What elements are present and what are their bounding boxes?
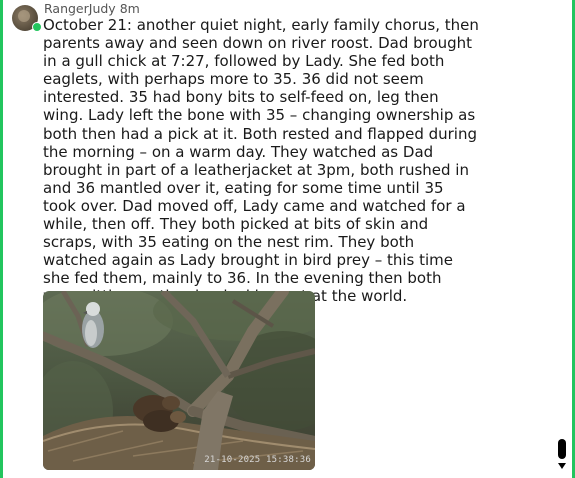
- message-header: RangerJudy 8m: [44, 1, 140, 16]
- eagle-nest-photo: [43, 291, 315, 470]
- message-time: 8m: [119, 1, 140, 16]
- message-photo[interactable]: 21-10-2025 15:38:36: [43, 291, 315, 470]
- message-text: October 21: another quiet night, early f…: [43, 16, 479, 306]
- scrollbar-thumb[interactable]: [558, 439, 566, 459]
- avatar[interactable]: [12, 5, 42, 32]
- author-name[interactable]: RangerJudy: [44, 1, 116, 16]
- online-status-icon: [32, 22, 42, 32]
- chat-panel: RangerJudy 8m October 21: another quiet n…: [0, 0, 575, 478]
- avatar-image: [18, 10, 30, 22]
- chevron-down-icon[interactable]: [558, 463, 566, 469]
- photo-timestamp: 21-10-2025 15:38:36: [204, 455, 311, 465]
